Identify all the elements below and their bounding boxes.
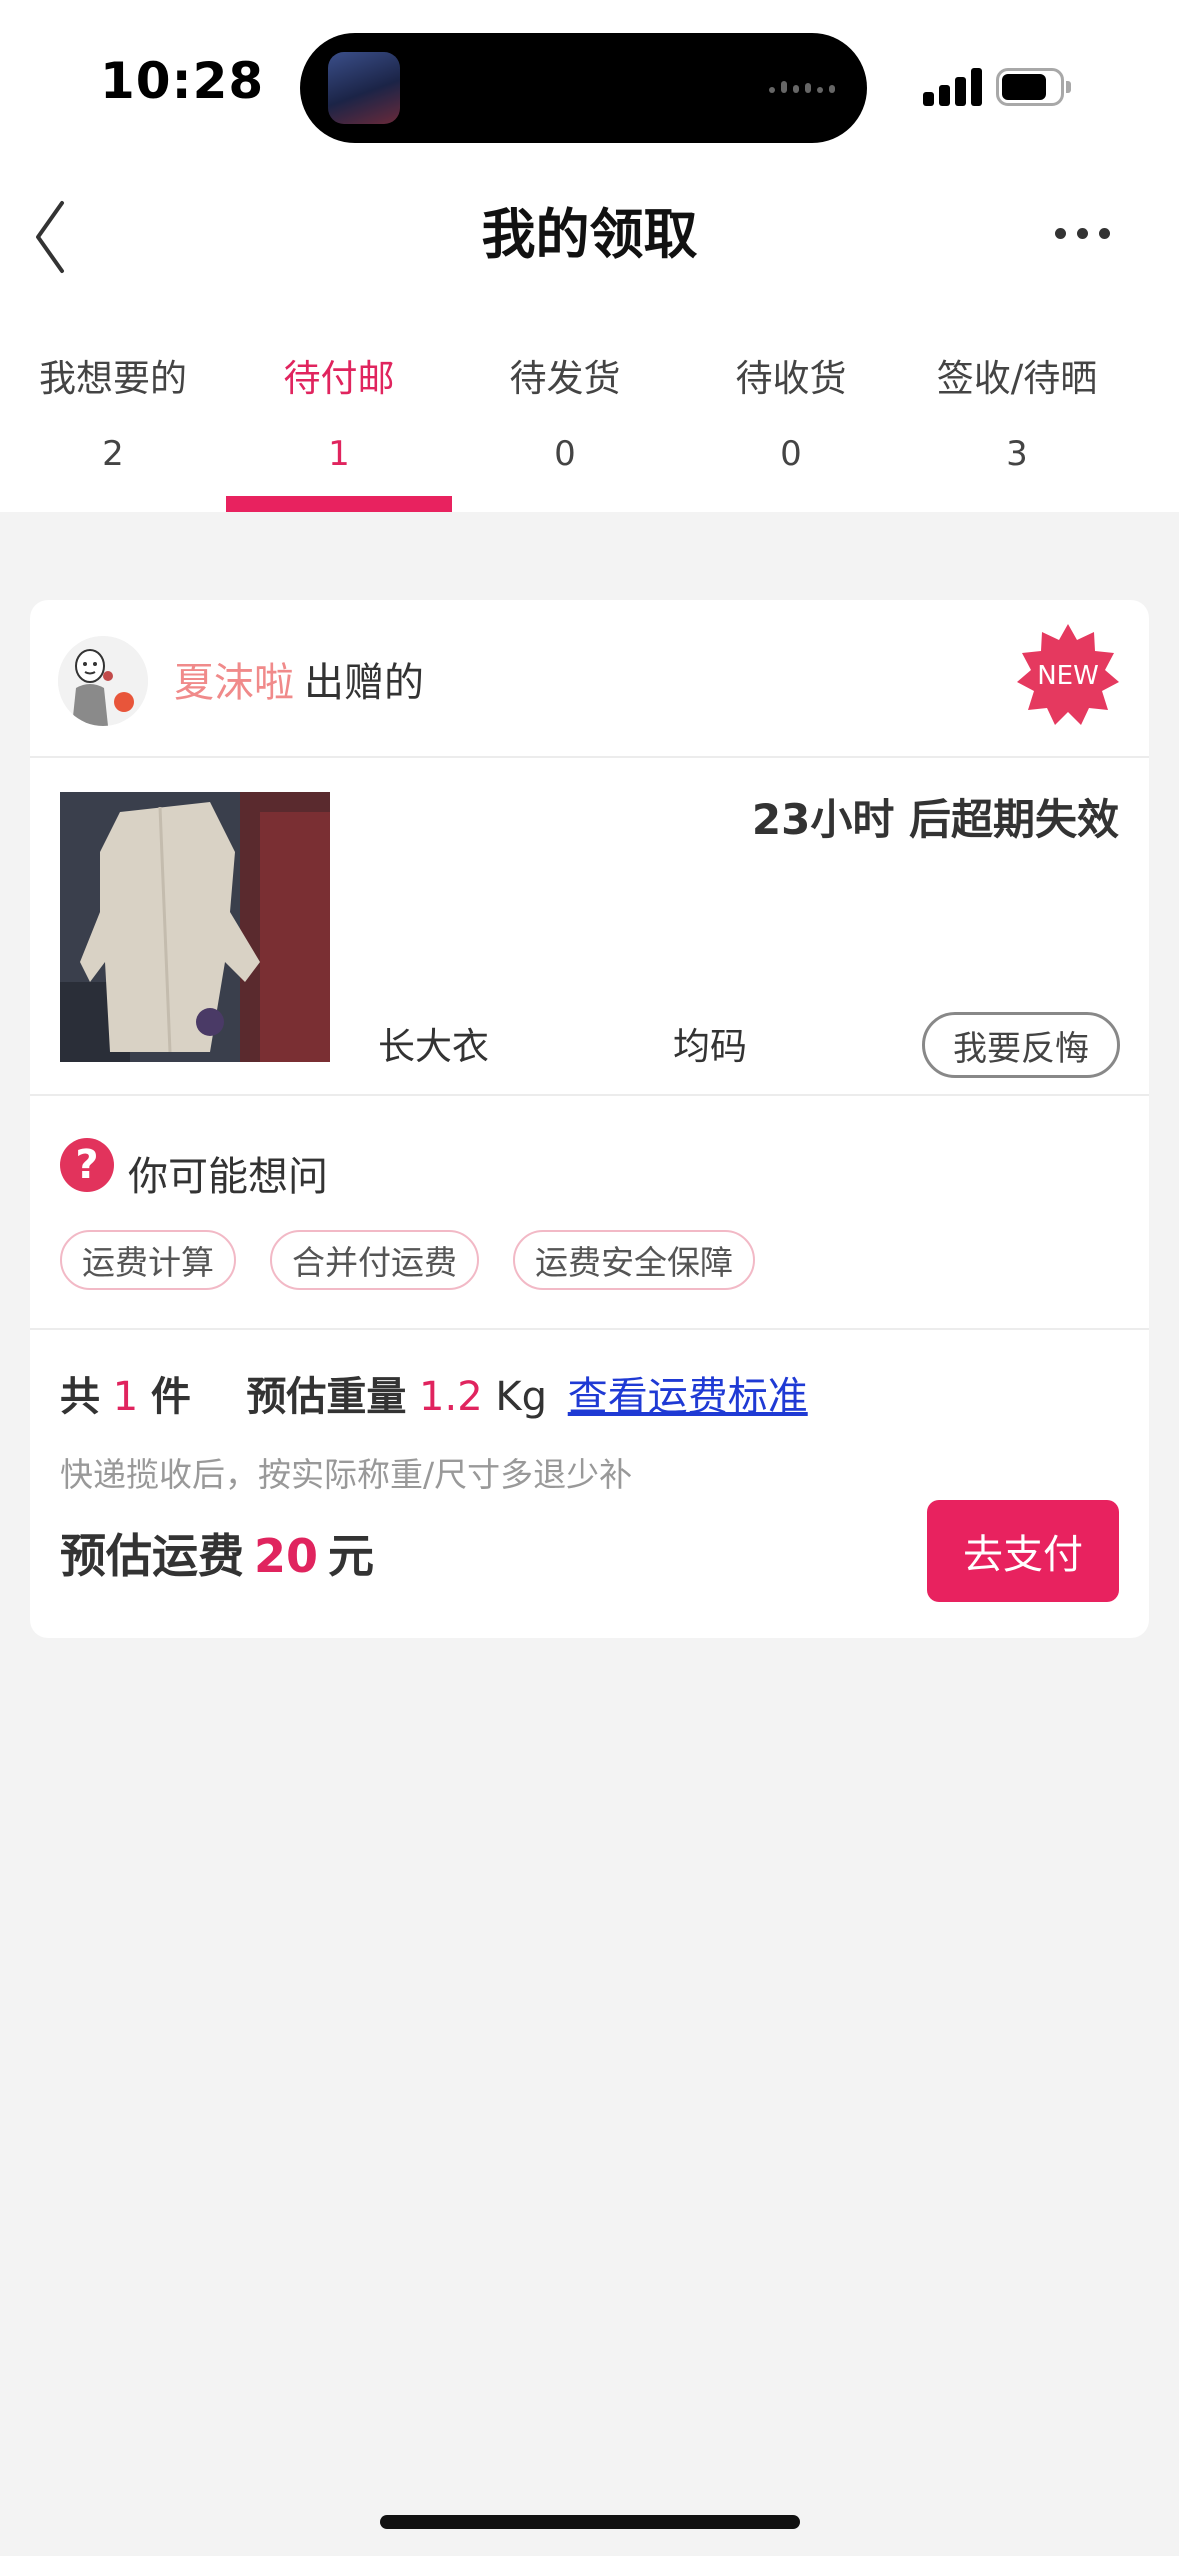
- tab-count: 1: [328, 434, 350, 474]
- card-header: 夏沫啦 出赠的 NEW: [30, 600, 1149, 758]
- quantity-weight-line: 共 1 件 预估重量 1.2 Kg 查看运费标准: [60, 1364, 808, 1422]
- coat-image: [60, 792, 330, 1062]
- payment-summary: 共 1 件 预估重量 1.2 Kg 查看运费标准 快递揽收后，按实际称重/尺寸多…: [30, 1330, 1149, 1638]
- gift-order-card: 夏沫啦 出赠的 NEW 23小时 后超期失效 长大衣 均码 我要反悔 ? 你可能想…: [30, 600, 1149, 1638]
- pay-button[interactable]: 去支付: [927, 1500, 1119, 1602]
- weight-note: 快递揽收后，按实际称重/尺寸多退少补: [60, 1455, 633, 1494]
- avatar[interactable]: [58, 636, 148, 726]
- signal-icon: [923, 68, 983, 106]
- audio-wave-icon: [769, 79, 839, 97]
- active-tab-indicator: [226, 496, 452, 512]
- item-photo[interactable]: [60, 792, 330, 1062]
- question-icon: ?: [60, 1138, 114, 1192]
- new-badge-icon: NEW: [1017, 624, 1119, 725]
- expiry-countdown: 23小时 后超期失效: [751, 795, 1119, 844]
- faq-chips: 运费计算 合并付运费 运费安全保障: [60, 1230, 755, 1290]
- tab-count: 3: [1006, 434, 1028, 474]
- qty-unit: 件: [150, 1374, 191, 1420]
- new-badge-label: NEW: [1037, 661, 1099, 691]
- faq-chip-shipping-protection[interactable]: 运费安全保障: [513, 1230, 755, 1290]
- weight-label: 预估重量: [246, 1374, 407, 1420]
- faq-title: 你可能想问: [128, 1154, 328, 1200]
- fee-amount: 20: [254, 1529, 319, 1583]
- qty-prefix: 共: [60, 1374, 100, 1420]
- faq-section: ? 你可能想问 运费计算 合并付运费 运费安全保障: [30, 1096, 1149, 1330]
- tab-pending-receipt[interactable]: 待收货 0: [678, 300, 904, 512]
- more-options-button[interactable]: [1055, 220, 1115, 250]
- fee-standard-link[interactable]: 查看运费标准: [568, 1374, 808, 1420]
- tab-pending-postage[interactable]: 待付邮 1: [226, 300, 452, 512]
- status-time: 10:28: [100, 52, 265, 110]
- dynamic-island: [300, 33, 867, 143]
- estimated-fee-line: 预估运费 20 元: [60, 1520, 374, 1586]
- tab-label: 待付邮: [283, 357, 395, 400]
- page-title: 我的领取: [481, 203, 698, 266]
- weight-value: 1.2: [419, 1374, 483, 1420]
- tab-label: 待收货: [735, 357, 847, 400]
- tab-label: 待发货: [509, 357, 621, 400]
- qty-value: 1: [112, 1374, 139, 1420]
- faq-chip-combined-shipping[interactable]: 合并付运费: [270, 1230, 479, 1290]
- battery-icon: [996, 68, 1072, 106]
- item-name: 长大衣: [378, 1025, 489, 1068]
- nav-bar: 我的领取: [0, 160, 1179, 300]
- tab-pending-shipment[interactable]: 待发货 0: [452, 300, 678, 512]
- now-playing-app-icon: [328, 52, 400, 124]
- giver-suffix: 出赠的: [304, 660, 424, 706]
- tab-count: 0: [780, 434, 802, 474]
- avatar-image: [58, 636, 148, 726]
- faq-chip-shipping-calc[interactable]: 运费计算: [60, 1230, 236, 1290]
- tab-count: 2: [102, 434, 124, 474]
- giver-name[interactable]: 夏沫啦: [174, 660, 294, 706]
- tab-signed-review[interactable]: 签收/待晒 3: [904, 300, 1130, 512]
- more-icon: [1055, 228, 1066, 239]
- item-row: 23小时 后超期失效 长大衣 均码 我要反悔: [30, 758, 1149, 1096]
- home-indicator[interactable]: [380, 2515, 800, 2529]
- order-status-tabs: 我想要的 2 待付邮 1 待发货 0 待收货 0 签收/待晒 3: [0, 300, 1179, 512]
- tab-label: 我想要的: [39, 357, 187, 400]
- tab-label: 签收/待晒: [936, 357, 1098, 400]
- regret-button[interactable]: 我要反悔: [922, 1012, 1120, 1078]
- tab-count: 0: [554, 434, 576, 474]
- fee-label: 预估运费: [60, 1529, 244, 1583]
- item-size: 均码: [673, 1025, 747, 1068]
- weight-unit: Kg: [495, 1374, 548, 1420]
- status-bar: 10:28: [0, 0, 1179, 160]
- giver-line: 夏沫啦 出赠的: [174, 650, 424, 708]
- tab-wanted[interactable]: 我想要的 2: [0, 300, 226, 512]
- fee-unit: 元: [328, 1529, 375, 1583]
